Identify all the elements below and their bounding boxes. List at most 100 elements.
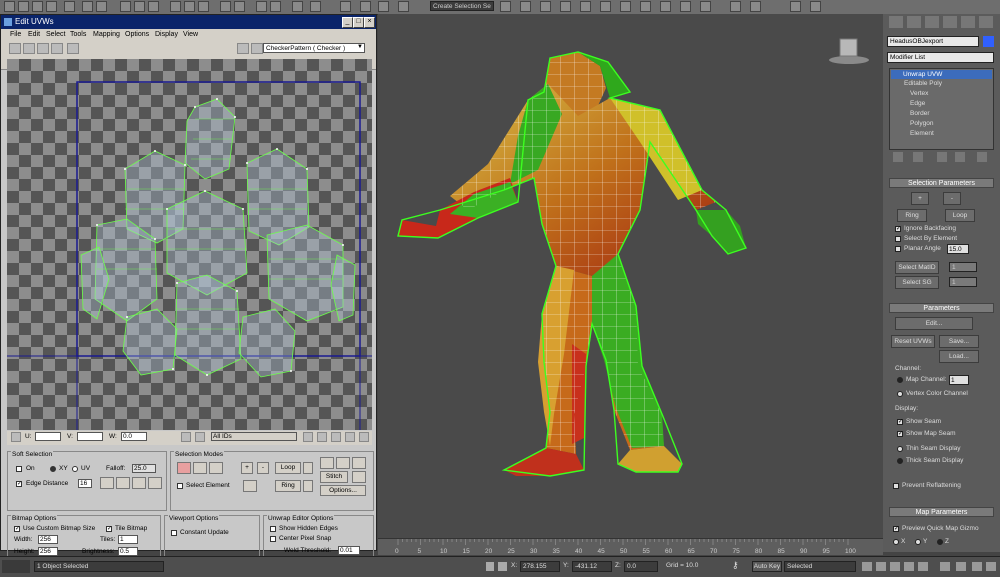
menu-select[interactable]: Select [46,31,65,38]
edge-mode-button[interactable] [193,462,207,474]
checker-toggle-icon[interactable] [359,432,369,442]
loop-button[interactable]: Loop [945,209,975,222]
select-object-icon[interactable] [82,1,93,12]
soft-on-checkbox[interactable] [16,466,22,472]
preview-quick-map-checkbox[interactable]: ✓ [893,526,899,532]
menu-display[interactable]: Display [155,31,178,38]
thin-seam-radio[interactable] [897,446,903,452]
ring-button[interactable]: Ring [897,209,927,222]
time-slider-track[interactable]: 0 5 10 15 20 25 30 35 40 45 50 55 60 65 70 75 80 85 90 95 10… [378,538,883,555]
ids-select[interactable]: All IDs [211,432,297,441]
edit-uvws-titlebar[interactable]: Edit UVWs _ □ × [1,15,376,29]
lock-icon[interactable] [181,432,191,442]
toolbar-button[interactable] [790,1,801,12]
thick-seam-radio[interactable] [897,458,903,464]
save-button[interactable]: Save... [939,335,979,348]
go-to-end-icon[interactable] [918,562,928,571]
rotate-ccw-button[interactable] [336,457,350,469]
filter-icon[interactable] [195,432,205,442]
planar-angle-checkbox[interactable] [895,246,901,252]
tiles-field[interactable]: 1 [118,535,138,544]
toolbar-button[interactable] [600,1,611,12]
zoom-icon[interactable] [317,432,327,442]
edge-distance-field[interactable]: 16 [78,479,92,488]
map-channel-radio[interactable] [897,377,903,383]
motion-tab-icon[interactable] [943,16,957,28]
loop-spinner[interactable] [303,462,313,474]
remove-modifier-icon[interactable] [955,152,965,162]
uv-editor-canvas[interactable] [7,59,372,430]
v-field[interactable] [77,432,103,441]
zoom-region-icon[interactable] [331,432,341,442]
next-frame-icon[interactable] [904,562,914,571]
show-map-seam-checkbox[interactable]: ✓ [897,431,903,437]
select-element-checkbox[interactable] [177,483,183,489]
absolute-mode-icon[interactable] [498,562,507,571]
stack-item-polygon[interactable]: Polygon [910,120,934,127]
auto-key-button[interactable]: Auto Key [752,561,782,572]
play-icon[interactable] [890,562,900,571]
vertex-color-channel-radio[interactable] [897,391,903,397]
toolbar-button[interactable] [270,1,281,12]
toolbar-button[interactable] [170,1,181,12]
load-button[interactable]: Load... [939,350,979,363]
falloff-linear-button[interactable] [100,477,114,489]
toolbar-button[interactable] [398,1,409,12]
toolbar-button[interactable] [292,1,303,12]
selection-parameters-rollout[interactable]: Selection Parameters [889,178,994,188]
freeform-icon[interactable] [51,43,63,54]
width-field[interactable]: 256 [38,535,58,544]
toolbar-button[interactable] [32,1,43,12]
toolbar-button[interactable] [660,1,671,12]
y-axis-radio[interactable] [915,539,921,545]
perspective-viewport[interactable] [378,14,883,538]
rotate-icon[interactable] [23,43,35,54]
toolbar-button[interactable] [134,1,145,12]
w-field[interactable]: 0.0 [121,432,147,441]
reset-uvws-button[interactable]: Reset UVWs [891,335,935,348]
select-sg-field[interactable]: 1 [949,277,977,287]
x-axis-radio[interactable] [893,539,899,545]
tile-bitmap-checkbox[interactable]: ✓ [106,526,112,532]
show-seam-checkbox[interactable]: ✓ [897,419,903,425]
configure-sets-icon[interactable] [977,152,987,162]
key-filter-select[interactable]: Selected [784,561,856,572]
zoom-extents-icon[interactable] [345,432,355,442]
chevron-down-icon[interactable]: ▼ [357,44,363,50]
toolbar-button[interactable] [184,1,195,12]
vertex-mode-button[interactable] [177,462,191,474]
toolbar-button[interactable] [256,1,267,12]
maxscript-listener[interactable] [2,560,30,573]
toolbar-button[interactable] [340,1,351,12]
texture-icon[interactable] [237,43,249,54]
toolbar-button[interactable] [4,1,15,12]
pan-icon[interactable] [303,432,313,442]
flip-h-button[interactable] [352,457,366,469]
toolbar-button[interactable] [198,1,209,12]
parameters-rollout[interactable]: Parameters [889,303,994,313]
modifier-list-select[interactable]: Modifier List [887,52,994,63]
stack-item-element[interactable]: Element [910,130,934,137]
scale-icon[interactable] [37,43,49,54]
mirror-icon[interactable] [67,43,79,54]
toolbar-button[interactable] [46,1,57,12]
named-selection-field[interactable]: Create Selection Se [430,1,494,11]
zoom-icon[interactable] [940,562,950,571]
xy-radio[interactable] [50,466,56,472]
toolbar-button[interactable] [520,1,531,12]
grow-selection-button[interactable]: + [911,192,929,205]
toolbar-button[interactable] [220,1,231,12]
toolbar-button[interactable] [360,1,371,12]
paint-select-button[interactable] [243,480,257,492]
z-coordinate[interactable]: 0.0 [624,561,658,572]
menu-options[interactable]: Options [125,31,149,38]
stack-item-unwrap-uvw[interactable]: Unwrap UVW [891,70,992,79]
options-button[interactable]: Options... [320,485,366,496]
shrink-button[interactable]: - [257,462,269,474]
show-end-result-icon[interactable] [913,152,923,162]
align-button[interactable] [352,471,366,483]
x-coordinate[interactable]: 278.155 [520,561,560,572]
toolbar-button[interactable] [310,1,321,12]
maximize-viewport-icon[interactable] [986,562,996,571]
pan-icon[interactable] [956,562,966,571]
